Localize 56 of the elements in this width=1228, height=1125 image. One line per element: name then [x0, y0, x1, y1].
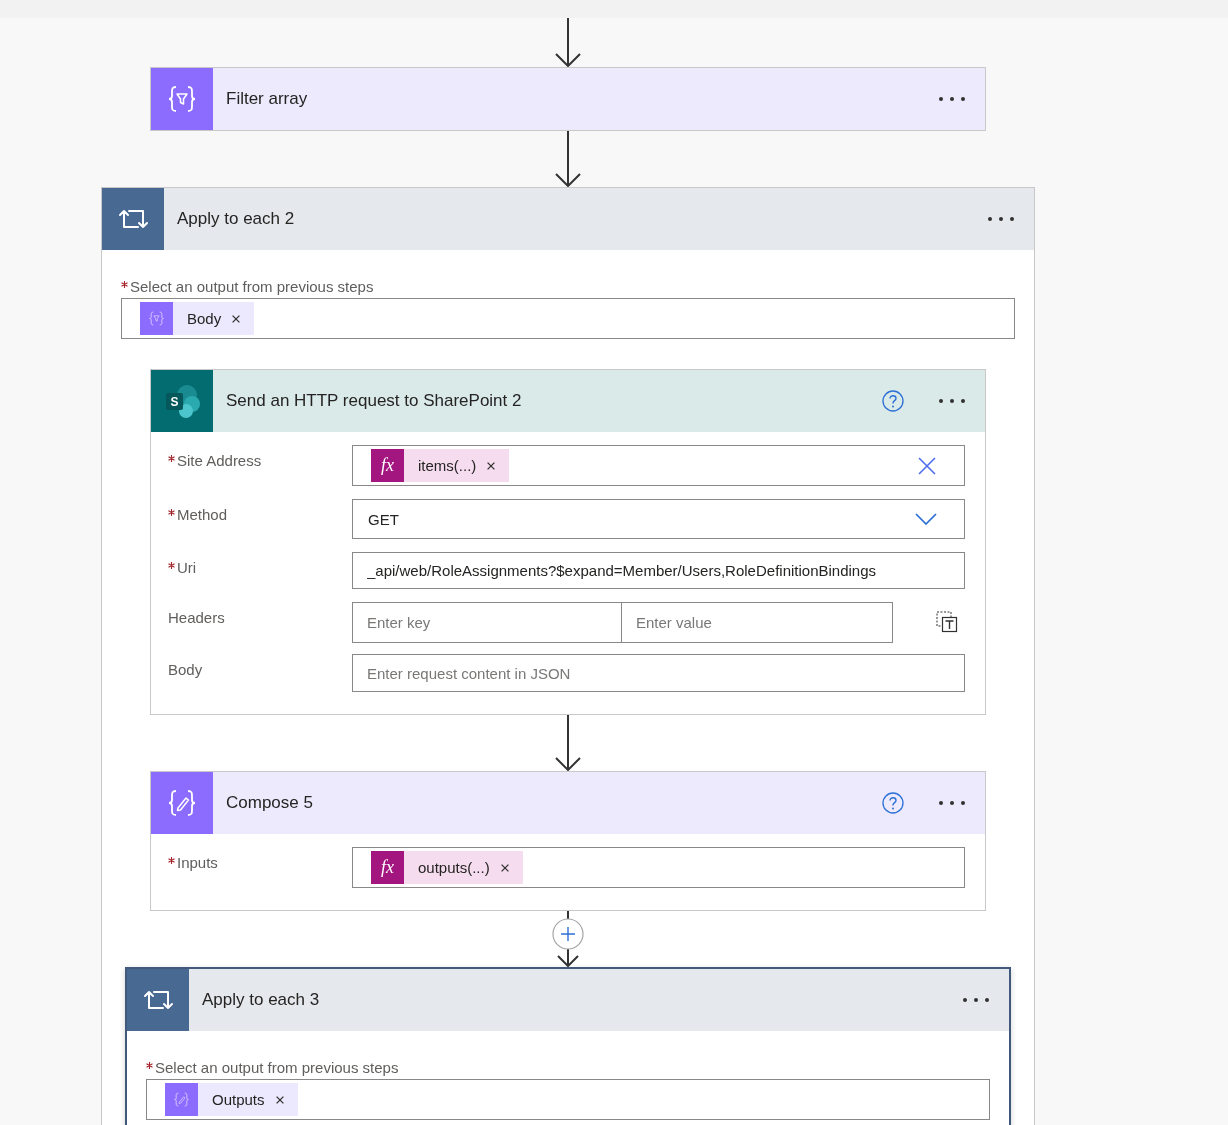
token-label: Body: [187, 310, 222, 327]
card-title: Apply to each 3: [202, 989, 321, 1011]
more-options-icon[interactable]: [938, 800, 966, 806]
arrow-connector: [557, 911, 579, 967]
token-input-field[interactable]: Body: [121, 298, 1015, 339]
field-label: Site Address: [177, 452, 262, 470]
token[interactable]: fx items(...): [371, 449, 510, 482]
token-input-field[interactable]: Outputs: [146, 1079, 990, 1120]
field-label: Inputs: [177, 854, 218, 872]
add-step-button[interactable]: [552, 918, 584, 950]
card-header[interactable]: Apply to each 3: [127, 969, 1009, 1031]
more-options-icon[interactable]: [987, 216, 1015, 222]
token[interactable]: Body: [140, 302, 255, 335]
more-options-icon[interactable]: [962, 997, 990, 1003]
expression-tag: fx: [371, 449, 404, 482]
token-label: items(...): [418, 457, 477, 474]
field-label: Headers: [168, 609, 225, 627]
field-label: Body: [168, 661, 203, 679]
field-label: Select an output from previous steps: [130, 278, 374, 296]
token[interactable]: Outputs: [165, 1083, 298, 1116]
card-header[interactable]: Compose 5: [151, 772, 985, 834]
logo-icon: S: [151, 370, 213, 432]
text-mode-icon[interactable]: [936, 610, 958, 633]
expression-tag: fx: [371, 851, 404, 884]
card-header[interactable]: S Send an HTTP request to SharePoint 2: [151, 370, 985, 432]
token[interactable]: fx outputs(...): [371, 851, 523, 884]
card-title: Compose 5: [226, 792, 314, 814]
input-field[interactable]: Enter request content in JSON: [352, 654, 965, 692]
braces-pencil-icon: [165, 1083, 198, 1116]
card-title: Filter array: [226, 88, 309, 110]
card-title: Apply to each 2: [177, 208, 296, 230]
remove-icon[interactable]: [487, 461, 496, 470]
more-options-icon[interactable]: [938, 96, 966, 102]
remove-icon[interactable]: [500, 863, 509, 872]
card-header[interactable]: Apply to each 2: [102, 188, 1034, 250]
help-icon[interactable]: [882, 390, 904, 412]
token-label: Outputs: [212, 1091, 265, 1108]
field-label: Uri: [177, 559, 197, 577]
token-input-field[interactable]: fx outputs(...): [352, 847, 965, 888]
card-header[interactable]: Filter array: [151, 68, 985, 130]
token-label: outputs(...): [418, 859, 490, 876]
remove-icon[interactable]: [275, 1095, 284, 1104]
card-title: Send an HTTP request to SharePoint 2: [226, 390, 523, 412]
help-icon[interactable]: [882, 792, 904, 814]
token-input-field[interactable]: fx items(...): [352, 445, 965, 486]
input-field[interactable]: Enter key: [352, 602, 622, 643]
input-field[interactable]: _api/web/RoleAssignments?$expand=Member/Users,RoleDefinitionBindings: [352, 552, 965, 589]
braces-funnel-icon: [140, 302, 173, 335]
input-field[interactable]: Enter value: [621, 602, 893, 643]
chevron-down-icon: [915, 513, 937, 525]
field-label: Select an output from previous steps: [155, 1059, 399, 1077]
field-label: Method: [177, 506, 228, 524]
clear-icon[interactable]: [917, 455, 937, 476]
dropdown-field[interactable]: GET: [352, 499, 965, 539]
remove-icon[interactable]: [232, 314, 241, 323]
more-options-icon[interactable]: [938, 398, 966, 404]
